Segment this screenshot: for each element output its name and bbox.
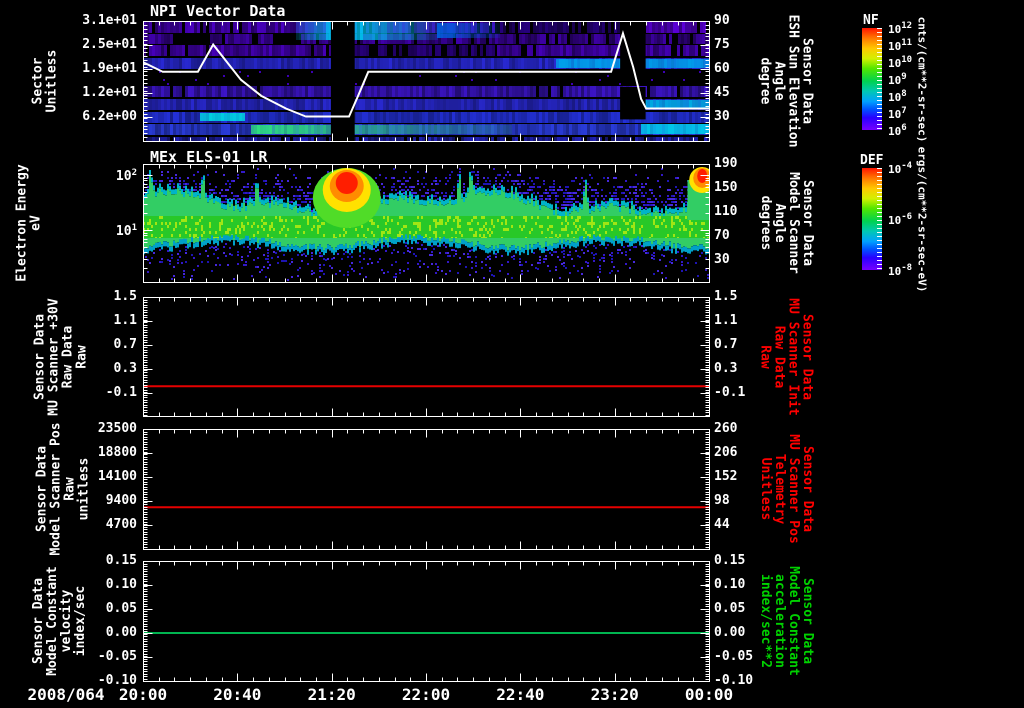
x-tick-label: 00:00 — [684, 685, 734, 704]
y-tick-left-model-constant: 0.15 — [105, 553, 137, 568]
y-tick-right-model-constant: 0.15 — [714, 553, 746, 568]
x-tick-label: 22:40 — [496, 685, 545, 704]
y-tick-right-model-constant: 0.10 — [714, 577, 746, 592]
y-tick-right-model-scanner-pos: 44 — [714, 517, 730, 532]
nf-colorbar-title: NF — [863, 13, 879, 28]
nf-colorbar-tick-label: 1011 — [888, 38, 913, 53]
nf-colorbar-tick-label: 1010 — [888, 55, 913, 70]
y-tick-left-model-scanner-pos: 23500 — [97, 421, 137, 436]
def-colorbar-tick-label: 10-4 — [888, 161, 913, 176]
axis-label-right-npi-vector-data-box: Sensor Data ESH Sun Elevation Angle degr… — [726, 14, 846, 147]
nf-colorbar-tick-label: 109 — [888, 72, 907, 87]
y-tick-left-npi-vector-data: 3.1e+01 — [82, 13, 137, 28]
y-tick-right-mu-scanner-plus30v: 0.3 — [714, 361, 738, 376]
x-tick-label: 23:20 — [590, 685, 639, 704]
y-tick-left-model-constant: 0.00 — [105, 625, 137, 640]
npi-vector-data-plot-canvas — [143, 21, 710, 142]
y-tick-right-mu-scanner-plus30v: -0.1 — [714, 385, 746, 400]
axis-label-right-npi-vector-data: Sensor Data ESH Sun Elevation Angle degr… — [758, 14, 815, 148]
nf-colorbar-units: cnts/(cm**2-sr-sec) — [915, 16, 929, 142]
date-label: 2008/064 — [27, 685, 105, 704]
y-tick-right-mu-scanner-plus30v: 1.5 — [714, 289, 738, 304]
nf-colorbar-tick-label: 107 — [888, 106, 907, 121]
axis-label-right-model-scanner-pos-box: Sensor Data MU Scanner Pos Telemetry Uni… — [726, 429, 846, 549]
y-tick-right-model-constant: -0.05 — [714, 649, 754, 664]
y-tick-left-model-constant: -0.05 — [97, 649, 137, 664]
y-tick-left-model-scanner-pos: 18800 — [97, 445, 137, 460]
axis-label-right-model-scanner-pos: Sensor Data MU Scanner Pos Telemetry Uni… — [757, 434, 815, 544]
x-tick-label: 22:00 — [401, 685, 451, 704]
y-tick-right-mex-els-01-lr: 150 — [714, 180, 738, 195]
axis-label-left-model-scanner-pos: Sensor Data Model Scanner Pos Raw unitle… — [35, 422, 92, 556]
x-tick-label: 20:40 — [213, 685, 262, 704]
y-tick-right-model-scanner-pos: 206 — [714, 445, 738, 460]
mu-scanner-plus30v-plot-canvas — [143, 297, 710, 417]
y-tick-left-npi-vector-data: 6.2e+00 — [82, 109, 137, 124]
y-tick-right-model-scanner-pos: 152 — [714, 469, 738, 484]
mex-els-01-lr-plot-canvas — [143, 164, 710, 283]
y-tick-right-npi-vector-data: 45 — [714, 85, 730, 100]
y-tick-left-model-scanner-pos: 14100 — [97, 469, 137, 484]
model-constant-plot-canvas — [143, 561, 710, 682]
y-tick-left-model-constant: 0.10 — [105, 577, 137, 592]
y-tick-right-npi-vector-data: 75 — [714, 37, 730, 52]
y-tick-right-mex-els-01-lr: 30 — [714, 252, 730, 267]
y-tick-left-model-constant: 0.05 — [105, 601, 137, 616]
y-tick-right-model-scanner-pos: 260 — [714, 421, 738, 436]
axis-label-left-mu-scanner-plus30v-box: Sensor Data MU Scanner +30V Raw Data Raw — [2, 297, 122, 416]
y-tick-right-mex-els-01-lr: 190 — [714, 156, 738, 171]
nf-colorbar-tick-label: 106 — [888, 123, 907, 138]
y-tick-left-npi-vector-data: 1.2e+01 — [82, 85, 137, 100]
axis-label-left-npi-vector-data: Sector Unitless — [30, 49, 59, 113]
y-tick-right-mu-scanner-plus30v: 1.1 — [714, 313, 738, 328]
y-tick-left-model-scanner-pos: 9400 — [105, 493, 137, 508]
axis-label-left-model-constant: Sensor Data Model Constant velocity inde… — [30, 566, 88, 676]
y-tick-left-mu-scanner-plus30v: 0.7 — [113, 337, 137, 352]
y-tick-right-model-scanner-pos: 98 — [714, 493, 730, 508]
axis-label-left-mex-els-01-lr: Electron Energy eV — [15, 164, 44, 282]
def-colorbar-tick-label: 10-6 — [888, 212, 913, 227]
y-tick-right-mex-els-01-lr: 110 — [714, 204, 738, 219]
y-tick-right-npi-vector-data: 30 — [714, 109, 730, 124]
y-tick-left-mex-els-01-lr: 101 — [115, 222, 137, 240]
nf-colorbar-tick-label: 108 — [888, 89, 907, 104]
y-tick-left-npi-vector-data: 1.9e+01 — [82, 61, 137, 76]
y-tick-left-mu-scanner-plus30v: 1.5 — [113, 289, 137, 304]
axis-label-right-mex-els-01-lr-box: Sensor Data Model Scanner Angle degrees — [726, 164, 846, 282]
science-plot-figure: NPI Vector Data MEx ELS-01 LR NF cnts/(c… — [0, 0, 1024, 708]
nf-colorbar-tick-label: 1012 — [888, 21, 913, 36]
axis-label-left-mu-scanner-plus30v: Sensor Data MU Scanner +30V Raw Data Raw — [33, 297, 90, 416]
model-scanner-pos-plot-canvas — [143, 429, 710, 550]
def-colorbar-tick-label: 10-8 — [888, 263, 913, 278]
y-tick-left-mu-scanner-plus30v: 1.1 — [113, 313, 137, 328]
y-tick-right-npi-vector-data: 90 — [714, 13, 730, 28]
x-tick-label: 21:20 — [307, 685, 356, 704]
axis-label-right-mex-els-01-lr: Sensor Data Model Scanner Angle degrees — [758, 172, 815, 274]
axis-label-right-mu-scanner-plus30v: Sensor Data MU Scanner Init Raw Data Raw — [758, 297, 815, 416]
y-tick-left-mu-scanner-plus30v: 0.3 — [113, 361, 137, 376]
y-tick-right-model-constant: 0.00 — [714, 625, 746, 640]
y-tick-left-model-scanner-pos: 4700 — [105, 517, 137, 532]
y-tick-right-mex-els-01-lr: 70 — [714, 228, 730, 243]
x-tick-label: 20:00 — [118, 685, 168, 704]
def-colorbar-units: ergs/(cm**2-sr-sec-eV) — [915, 146, 929, 292]
panel1-title: NPI Vector Data — [150, 2, 286, 20]
y-tick-right-model-constant: 0.05 — [714, 601, 746, 616]
y-tick-left-mex-els-01-lr: 102 — [115, 167, 137, 185]
y-tick-left-npi-vector-data: 2.5e+01 — [82, 37, 137, 52]
y-tick-right-npi-vector-data: 60 — [714, 61, 730, 76]
y-tick-left-mu-scanner-plus30v: -0.1 — [105, 385, 137, 400]
axis-label-left-mex-els-01-lr-box: Electron Energy eV — [0, 164, 90, 282]
y-tick-right-mu-scanner-plus30v: 0.7 — [714, 337, 738, 352]
axis-label-right-model-constant: Sensor Data Model Constant acceleration … — [757, 566, 815, 676]
